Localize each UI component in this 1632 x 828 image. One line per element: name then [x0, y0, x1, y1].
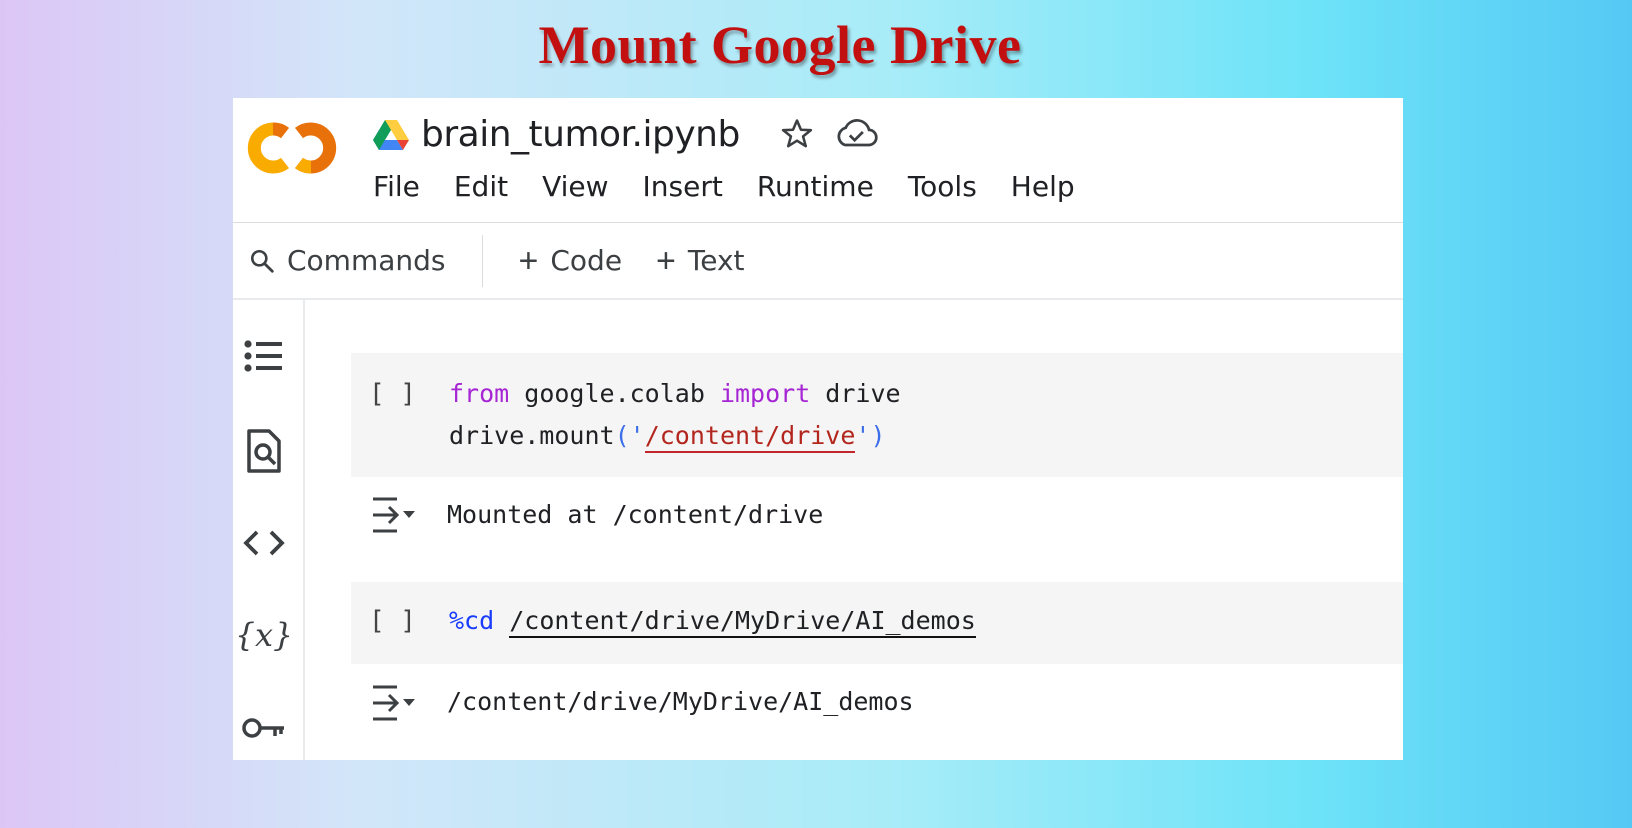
menu-edit[interactable]: Edit — [437, 170, 525, 203]
menu-view[interactable]: View — [525, 170, 625, 203]
header: brain_tumor.ipynb File Edit View Insert … — [233, 98, 1403, 223]
star-icon[interactable] — [780, 117, 814, 151]
add-code-label: Code — [550, 244, 623, 277]
code-line: drive.mount('/content/drive') — [449, 421, 886, 453]
run-cell-button[interactable]: [ ] — [369, 606, 416, 636]
left-sidebar: {x} — [233, 300, 305, 760]
code-text: /content/drive/MyDrive/AI_demos — [509, 606, 976, 638]
code-line: %cd /content/drive/MyDrive/AI_demos — [449, 606, 976, 638]
find-replace-icon[interactable] — [239, 426, 289, 476]
code-text: drive.mount — [449, 421, 615, 450]
file-row: brain_tumor.ipynb — [373, 110, 878, 158]
code-string: /content/drive — [644, 421, 856, 453]
plus-icon: + — [656, 241, 676, 280]
colab-logo[interactable] — [247, 118, 339, 178]
code-keyword: from — [449, 379, 510, 408]
colab-window: brain_tumor.ipynb File Edit View Insert … — [233, 98, 1403, 760]
table-of-contents-icon[interactable] — [239, 332, 289, 382]
add-text-label: Text — [687, 244, 745, 277]
code-punctuation: (' — [614, 421, 645, 450]
code-keyword: import — [719, 379, 811, 408]
code-cell[interactable]: [ ] from google.colab import drive drive… — [351, 353, 1403, 477]
cell-output: /content/drive/MyDrive/AI_demos — [447, 687, 914, 716]
menu-help[interactable]: Help — [994, 170, 1092, 203]
menu-insert[interactable]: Insert — [626, 170, 740, 203]
output-toggle-icon[interactable] — [369, 495, 417, 535]
plus-icon: + — [518, 241, 539, 280]
svg-text:{x}: {x} — [239, 616, 289, 654]
add-text-button[interactable]: + Text — [656, 244, 745, 278]
code-text: google.colab — [509, 379, 720, 408]
run-cell-button[interactable]: [ ] — [369, 379, 416, 409]
google-drive-icon — [373, 120, 409, 150]
output-toggle-icon[interactable] — [369, 683, 417, 723]
commands-button[interactable]: Commands — [233, 234, 483, 287]
menu-tools[interactable]: Tools — [891, 170, 994, 203]
cloud-saved-icon[interactable] — [834, 117, 878, 151]
code-punctuation: ') — [855, 421, 886, 450]
commands-label: Commands — [287, 244, 446, 277]
menu-bar: File Edit View Insert Runtime Tools Help — [373, 170, 1092, 203]
secrets-key-icon[interactable] — [239, 700, 289, 750]
code-text: drive — [810, 379, 901, 408]
menu-file[interactable]: File — [373, 170, 437, 203]
code-line: from google.colab import drive — [449, 379, 901, 408]
code-magic: %cd — [449, 606, 495, 635]
search-icon — [250, 249, 274, 273]
variables-icon[interactable]: {x} — [239, 610, 289, 660]
toolbar: Commands + Code + Text — [233, 223, 1403, 300]
code-cell[interactable]: [ ] %cd /content/drive/MyDrive/AI_demos — [351, 582, 1403, 664]
cell-output: Mounted at /content/drive — [447, 500, 824, 529]
notebook-filename[interactable]: brain_tumor.ipynb — [421, 114, 740, 155]
add-code-button[interactable]: + Code — [519, 244, 623, 278]
code-snippets-icon[interactable] — [239, 518, 289, 568]
menu-runtime[interactable]: Runtime — [740, 170, 891, 203]
slide-title: Mount Google Drive — [538, 15, 1022, 75]
